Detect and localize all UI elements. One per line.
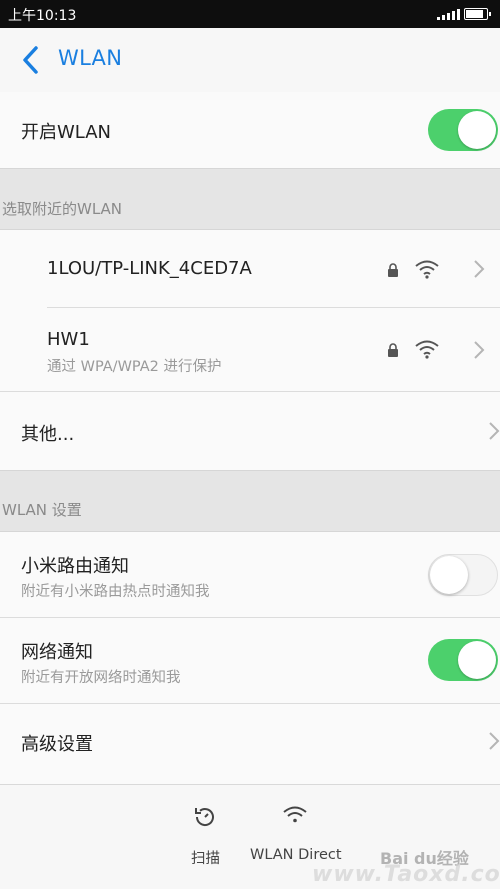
scan-icon: [195, 808, 214, 826]
chevron-right-icon: [489, 732, 500, 750]
site-watermark: www.Taoxd.com: [312, 862, 500, 887]
back-arrow-icon[interactable]: [18, 42, 46, 78]
wifi-signal-icon: [415, 260, 439, 279]
section-label: WLAN 设置: [2, 501, 82, 519]
scan-button[interactable]: 扫描: [180, 785, 232, 889]
setting-title: 小米路由通知: [21, 556, 129, 577]
lock-icon: [388, 343, 398, 357]
app-header: WLAN: [0, 28, 500, 92]
status-bar: 上午10:13: [0, 0, 500, 28]
network-item[interactable]: HW1 通过 WPA/WPA2 进行保护: [0, 308, 500, 392]
chevron-right-icon: [474, 341, 485, 359]
other-network-row[interactable]: 其他...: [0, 392, 500, 470]
network-ssid: 1LOU/TP-LINK_4CED7A: [47, 258, 252, 279]
section-label: 选取附近的WLAN: [2, 200, 123, 218]
advanced-settings-label: 高级设置: [21, 734, 93, 755]
router-notify-row[interactable]: 小米路由通知 附近有小米路由热点时通知我: [0, 532, 500, 618]
section-header-nearby: 选取附近的WLAN: [0, 168, 500, 230]
setting-subtitle: 附近有小米路由热点时通知我: [21, 584, 210, 600]
advanced-settings-row[interactable]: 高级设置: [0, 704, 500, 784]
battery-icon: [464, 8, 491, 20]
network-notify-row[interactable]: 网络通知 附近有开放网络时通知我: [0, 618, 500, 704]
page-title: WLAN: [58, 46, 123, 70]
network-security-text: 通过 WPA/WPA2 进行保护: [47, 359, 222, 375]
wlan-direct-label: WLAN Direct: [250, 847, 342, 863]
wlan-toggle-row[interactable]: 开启WLAN: [0, 92, 500, 168]
network-item[interactable]: 1LOU/TP-LINK_4CED7A: [0, 230, 500, 308]
wifi-signal-icon: [415, 340, 439, 359]
wlan-toggle-label: 开启WLAN: [21, 122, 112, 143]
lock-icon: [388, 263, 398, 277]
router-notify-switch[interactable]: [428, 554, 498, 596]
network-notify-switch[interactable]: [428, 639, 498, 681]
setting-subtitle: 附近有开放网络时通知我: [21, 670, 181, 686]
scan-label: 扫描: [191, 851, 220, 867]
status-time: 上午10:13: [8, 8, 77, 24]
chevron-right-icon: [489, 422, 500, 440]
chevron-right-icon: [474, 260, 485, 278]
setting-title: 网络通知: [21, 642, 93, 663]
network-ssid: HW1: [47, 329, 90, 350]
signal-icon: [437, 8, 460, 20]
other-network-label: 其他...: [21, 424, 75, 445]
section-header-settings: WLAN 设置: [0, 470, 500, 532]
wifi-direct-icon: [283, 806, 307, 823]
wlan-toggle-switch[interactable]: [428, 109, 498, 151]
